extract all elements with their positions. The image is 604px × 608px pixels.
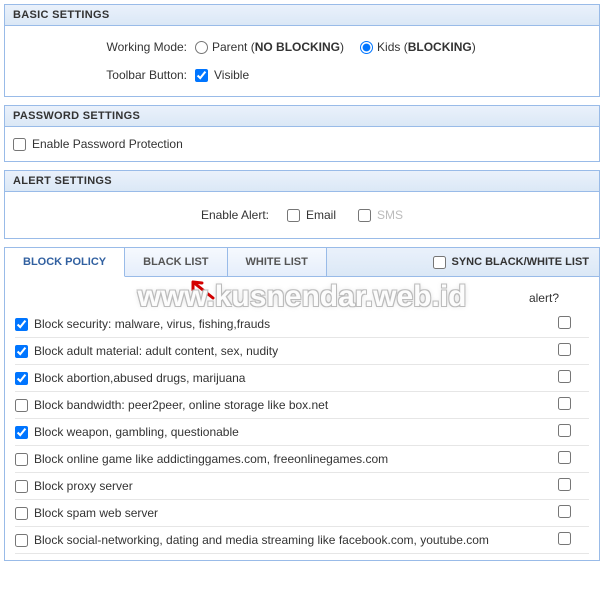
- enable-password-checkbox[interactable]: [13, 138, 26, 151]
- policy-checkbox[interactable]: [15, 453, 28, 466]
- policy-label: Block proxy server: [28, 479, 539, 493]
- policy-alert-checkbox[interactable]: [558, 505, 571, 518]
- policy-alert-checkbox[interactable]: [558, 397, 571, 410]
- basic-settings-panel: BASIC SETTINGS Working Mode: Parent (NO …: [4, 4, 600, 97]
- policy-row: Block weapon, gambling, questionable: [15, 419, 589, 446]
- policy-row: Block security: malware, virus, fishing,…: [15, 311, 589, 338]
- policy-label: Block online game like addictinggames.co…: [28, 452, 539, 466]
- block-tabs-panel: BLOCK POLICY BLACK LIST WHITE LIST SYNC …: [4, 247, 600, 561]
- alert-header: alert?: [15, 287, 589, 311]
- toolbar-row: Toolbar Button: Visible: [17, 68, 587, 82]
- alert-settings-header: ALERT SETTINGS: [5, 171, 599, 192]
- sms-checkbox[interactable]: [358, 209, 371, 222]
- policy-label: Block abortion,abused drugs, marijuana: [28, 371, 539, 385]
- policy-alert-checkbox[interactable]: [558, 478, 571, 491]
- visible-label: Visible: [214, 68, 249, 82]
- working-mode-controls: Parent (NO BLOCKING) Kids (BLOCKING): [195, 40, 486, 54]
- policy-checkbox[interactable]: [15, 426, 28, 439]
- policy-label: Block adult material: adult content, sex…: [28, 344, 539, 358]
- tab-black-list[interactable]: BLACK LIST: [125, 248, 227, 276]
- tab-white-list[interactable]: WHITE LIST: [228, 248, 327, 276]
- policy-row: Block proxy server: [15, 473, 589, 500]
- parent-radio[interactable]: [195, 41, 208, 54]
- basic-settings-header: BASIC SETTINGS: [5, 5, 599, 26]
- policy-alert-checkbox[interactable]: [558, 424, 571, 437]
- policy-alert-checkbox[interactable]: [558, 370, 571, 383]
- policy-row: Block bandwidth: peer2peer, online stora…: [15, 392, 589, 419]
- visible-checkbox[interactable]: [195, 69, 208, 82]
- policy-body: alert? Block security: malware, virus, f…: [5, 277, 599, 560]
- alert-settings-body: Enable Alert: Email SMS: [5, 192, 599, 238]
- basic-settings-body: Working Mode: Parent (NO BLOCKING) Kids …: [5, 26, 599, 96]
- policy-checkbox[interactable]: [15, 399, 28, 412]
- policy-alert-checkbox[interactable]: [558, 532, 571, 545]
- email-checkbox[interactable]: [287, 209, 300, 222]
- policy-alert-checkbox[interactable]: [558, 451, 571, 464]
- sync-label: SYNC BLACK/WHITE LIST: [452, 256, 590, 268]
- email-label: Email: [306, 208, 336, 222]
- working-mode-label: Working Mode:: [17, 40, 195, 54]
- policy-row: Block spam web server: [15, 500, 589, 527]
- kids-radio[interactable]: [360, 41, 373, 54]
- policy-checkbox[interactable]: [15, 480, 28, 493]
- policy-checkbox[interactable]: [15, 507, 28, 520]
- password-settings-body: Enable Password Protection: [5, 127, 599, 161]
- password-settings-panel: PASSWORD SETTINGS Enable Password Protec…: [4, 105, 600, 162]
- sync-checkbox[interactable]: [433, 256, 446, 269]
- policy-row: Block social-networking, dating and medi…: [15, 527, 589, 554]
- policy-label: Block bandwidth: peer2peer, online stora…: [28, 398, 539, 412]
- password-settings-header: PASSWORD SETTINGS: [5, 106, 599, 127]
- policy-checkbox[interactable]: [15, 372, 28, 385]
- policy-label: Block social-networking, dating and medi…: [28, 533, 539, 547]
- policy-checkbox[interactable]: [15, 534, 28, 547]
- enable-password-label: Enable Password Protection: [32, 137, 183, 151]
- alert-settings-panel: ALERT SETTINGS Enable Alert: Email SMS: [4, 170, 600, 239]
- policy-alert-checkbox[interactable]: [558, 316, 571, 329]
- policy-row: Block adult material: adult content, sex…: [15, 338, 589, 365]
- policy-label: Block weapon, gambling, questionable: [28, 425, 539, 439]
- sms-label: SMS: [377, 208, 403, 222]
- tab-block-policy[interactable]: BLOCK POLICY: [5, 248, 125, 277]
- working-mode-row: Working Mode: Parent (NO BLOCKING) Kids …: [17, 40, 587, 54]
- policy-row: Block online game like addictinggames.co…: [15, 446, 589, 473]
- policy-alert-checkbox[interactable]: [558, 343, 571, 356]
- tab-bar: BLOCK POLICY BLACK LIST WHITE LIST SYNC …: [5, 248, 599, 277]
- policy-checkbox[interactable]: [15, 318, 28, 331]
- parent-label: Parent (NO BLOCKING): [212, 40, 344, 54]
- toolbar-label: Toolbar Button:: [17, 68, 195, 82]
- kids-label: Kids (BLOCKING): [377, 40, 476, 54]
- policy-row: Block abortion,abused drugs, marijuana: [15, 365, 589, 392]
- policy-checkbox[interactable]: [15, 345, 28, 358]
- sync-cell: SYNC BLACK/WHITE LIST: [423, 248, 600, 276]
- toolbar-controls: Visible: [195, 68, 249, 82]
- enable-alert-label: Enable Alert:: [201, 208, 269, 222]
- policy-label: Block security: malware, virus, fishing,…: [28, 317, 539, 331]
- policy-label: Block spam web server: [28, 506, 539, 520]
